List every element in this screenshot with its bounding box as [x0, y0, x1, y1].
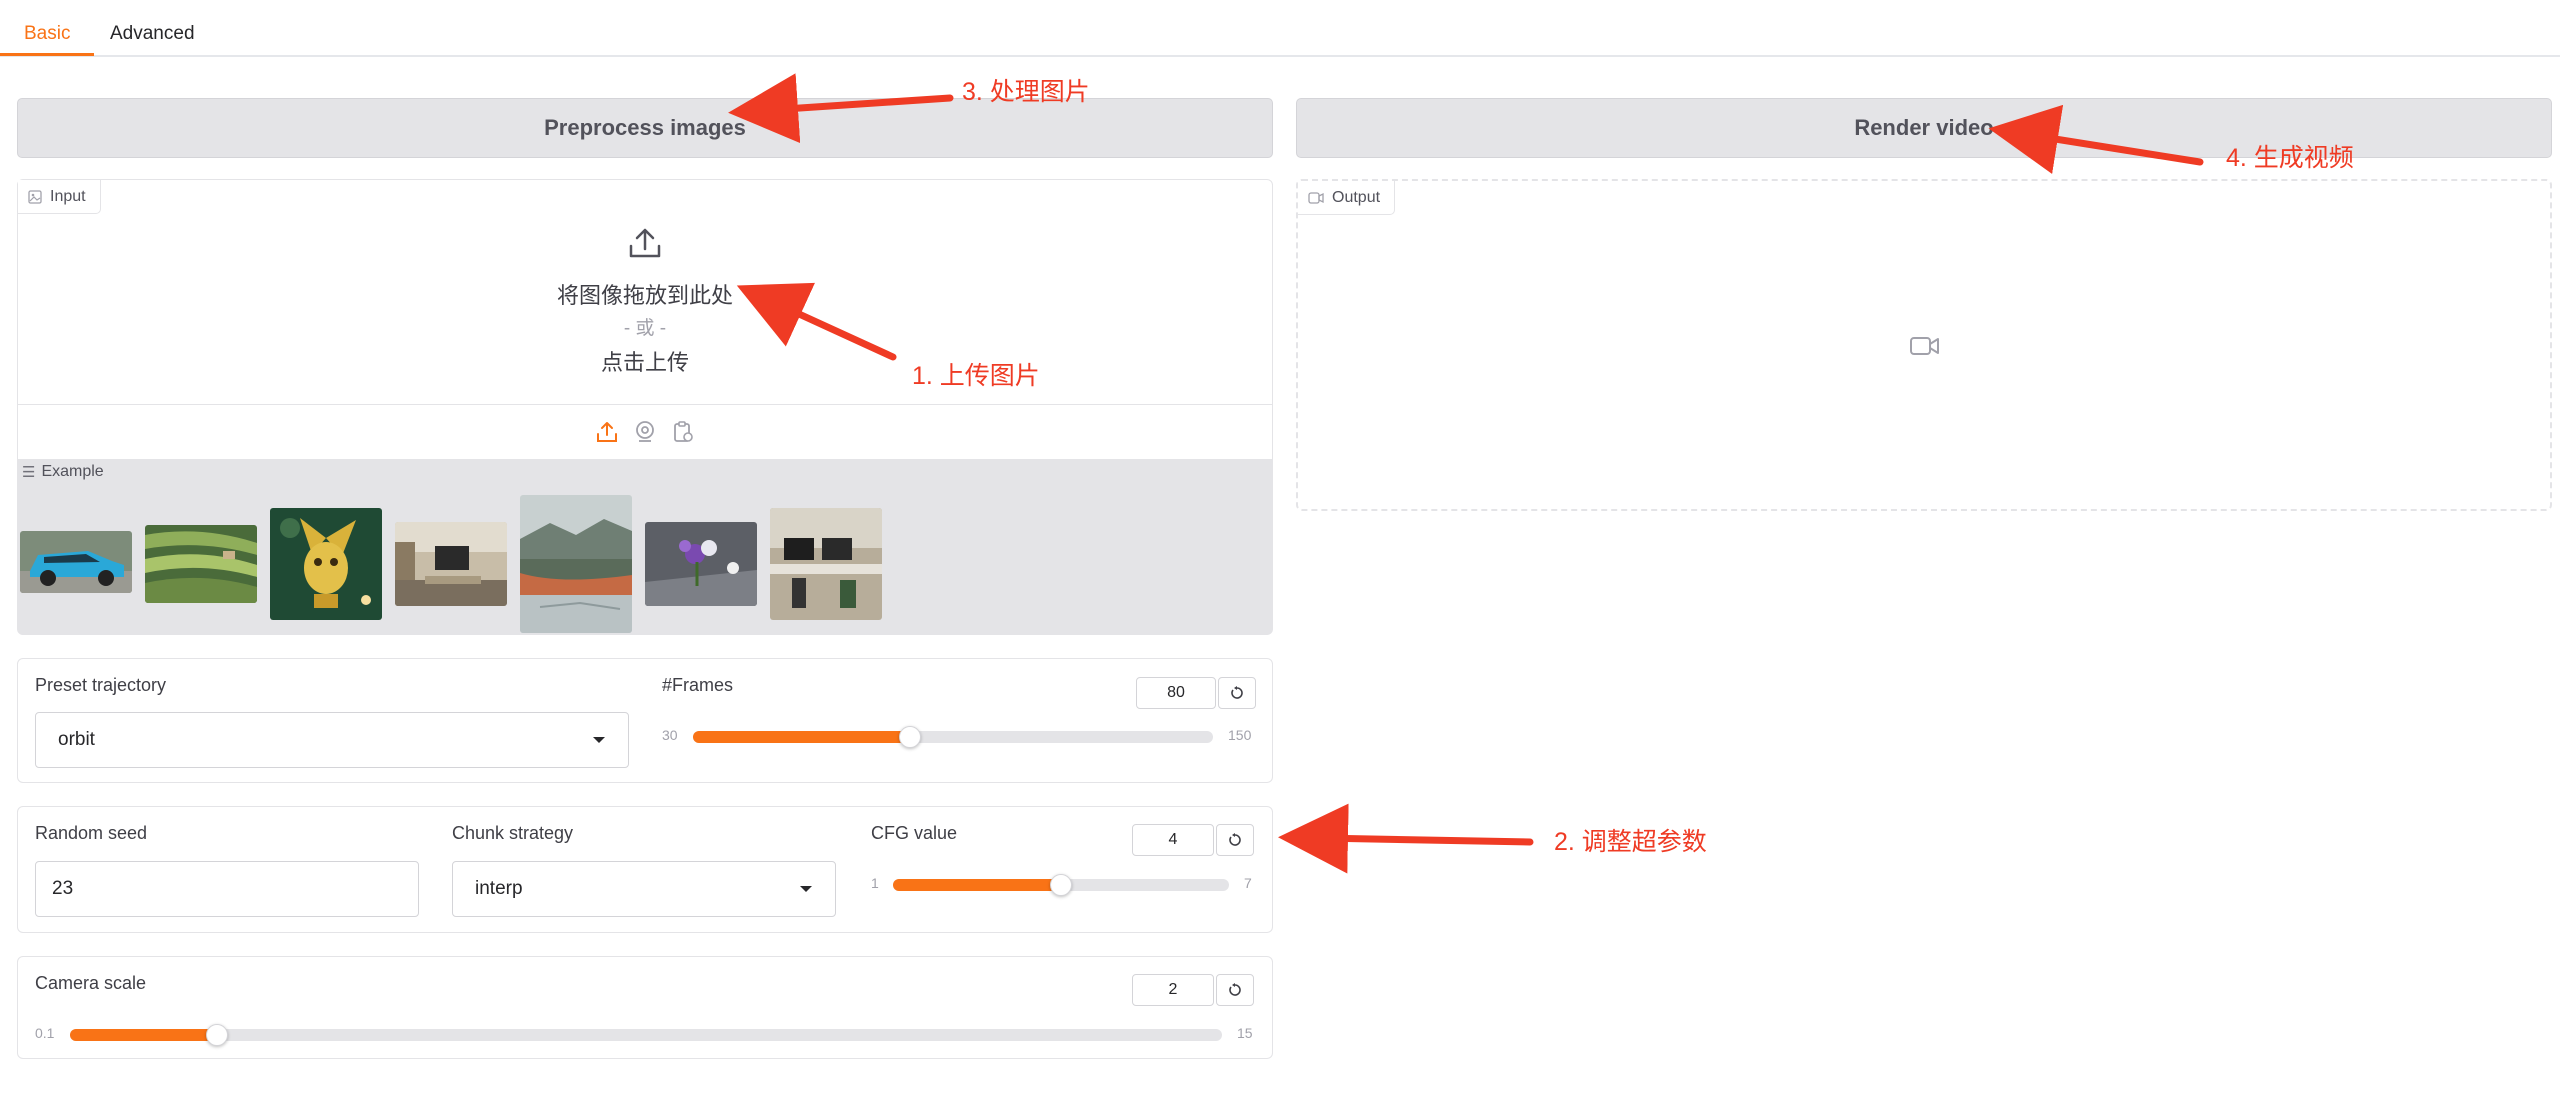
image-drop-zone[interactable]: 将图像拖放到此处 - 或 - 点击上传 — [18, 180, 1272, 404]
example-thumbnail[interactable] — [395, 522, 507, 606]
preset-trajectory-value: orbit — [58, 729, 95, 750]
cfg-min-label: 1 — [871, 875, 879, 891]
video-icon — [1910, 337, 1939, 355]
reset-icon — [1229, 833, 1241, 846]
image-input-panel: Input 将图像拖放到此处 - 或 - 点击上传 ☰ Example — [17, 179, 1273, 635]
cfg-slider-fill — [893, 879, 1061, 891]
examples-gallery: ☰ Example — [18, 459, 1272, 635]
upload-icon — [629, 228, 661, 258]
frames-max-label: 150 — [1228, 727, 1252, 743]
upload-source-icon[interactable] — [595, 420, 619, 444]
webcam-icon[interactable] — [633, 420, 657, 444]
camera-scale-max-label: 15 — [1237, 1025, 1253, 1041]
random-seed-input[interactable]: 23 — [35, 861, 419, 917]
camera-scale-number-input[interactable]: 2 — [1132, 974, 1214, 1006]
camera-scale-slider[interactable] — [70, 1024, 1222, 1046]
cfg-slider[interactable] — [893, 874, 1229, 896]
output-panel-label: Output — [1298, 181, 1396, 215]
frames-min-label: 30 — [662, 727, 678, 743]
click-upload-text: 点击上传 — [600, 350, 689, 375]
camera-scale-reset-button[interactable] — [1216, 974, 1254, 1006]
frames-reset-button[interactable] — [1218, 677, 1256, 709]
cfg-value-label: CFG value — [871, 823, 958, 843]
arrow-step2 — [1278, 803, 1534, 874]
cfg-number-input[interactable]: 4 — [1132, 824, 1214, 856]
camera-scale-panel: Camera scale 2 0.1 15 — [17, 956, 1273, 1059]
frames-slider[interactable] — [693, 726, 1213, 748]
cfg-reset-button[interactable] — [1216, 824, 1254, 856]
annotation-step3: 3. 处理图片 — [962, 78, 1090, 106]
chevron-down-icon — [800, 886, 812, 892]
chunk-strategy-value: interp — [475, 878, 523, 899]
list-icon: ☰ — [22, 464, 36, 481]
frames-number-input[interactable]: 80 — [1136, 677, 1216, 709]
random-seed-label: Random seed — [35, 823, 148, 843]
output-label-text: Output — [1332, 188, 1381, 206]
camera-scale-slider-fill — [70, 1029, 217, 1041]
example-thumbnail[interactable] — [520, 495, 632, 633]
cfg-slider-handle[interactable] — [1050, 874, 1072, 896]
examples-label: ☰ Example — [22, 463, 104, 481]
seed-chunk-cfg-panel: Random seed 23 Chunk strategy interp CFG… — [17, 806, 1273, 933]
example-thumbnail[interactable] — [645, 522, 757, 606]
preset-trajectory-label: Preset trajectory — [35, 675, 167, 695]
chunk-strategy-dropdown[interactable]: interp — [452, 861, 836, 917]
frames-slider-fill — [693, 731, 910, 743]
drop-text: 将图像拖放到此处 — [556, 283, 733, 308]
source-selector — [18, 404, 1272, 459]
or-text: - 或 - — [623, 318, 667, 339]
video-small-icon — [1308, 191, 1324, 204]
example-thumbnail[interactable] — [20, 531, 132, 593]
annotation-step2: 2. 调整超参数 — [1554, 828, 1707, 856]
tab-advanced[interactable]: Advanced — [86, 12, 219, 56]
cfg-max-label: 7 — [1244, 875, 1252, 891]
example-thumbnail[interactable] — [770, 508, 882, 620]
reset-icon — [1229, 983, 1241, 996]
frames-label: #Frames — [662, 675, 734, 695]
chunk-strategy-label: Chunk strategy — [452, 823, 574, 843]
reset-icon — [1231, 686, 1243, 699]
preset-trajectory-dropdown[interactable]: orbit — [35, 712, 629, 768]
annotation-step1: 1. 上传图片 — [912, 362, 1040, 390]
examples-label-text: Example — [41, 463, 104, 480]
example-thumbnail[interactable] — [145, 525, 257, 603]
clipboard-icon[interactable] — [671, 420, 695, 444]
frames-slider-handle[interactable] — [898, 726, 921, 748]
annotation-step4: 4. 生成视频 — [2226, 144, 2354, 172]
video-output-panel: Output — [1296, 179, 2552, 511]
tab-bar: Basic Advanced — [0, 0, 2560, 57]
trajectory-frames-panel: Preset trajectory orbit #Frames 80 30 15… — [17, 658, 1273, 783]
render-video-button[interactable]: Render video — [1296, 98, 2552, 158]
chevron-down-icon — [593, 737, 605, 743]
camera-scale-min-label: 0.1 — [35, 1025, 55, 1041]
tab-basic[interactable]: Basic — [0, 12, 95, 56]
camera-scale-label: Camera scale — [35, 973, 147, 993]
camera-scale-slider-handle[interactable] — [205, 1024, 228, 1046]
example-thumbnail[interactable] — [270, 508, 382, 620]
